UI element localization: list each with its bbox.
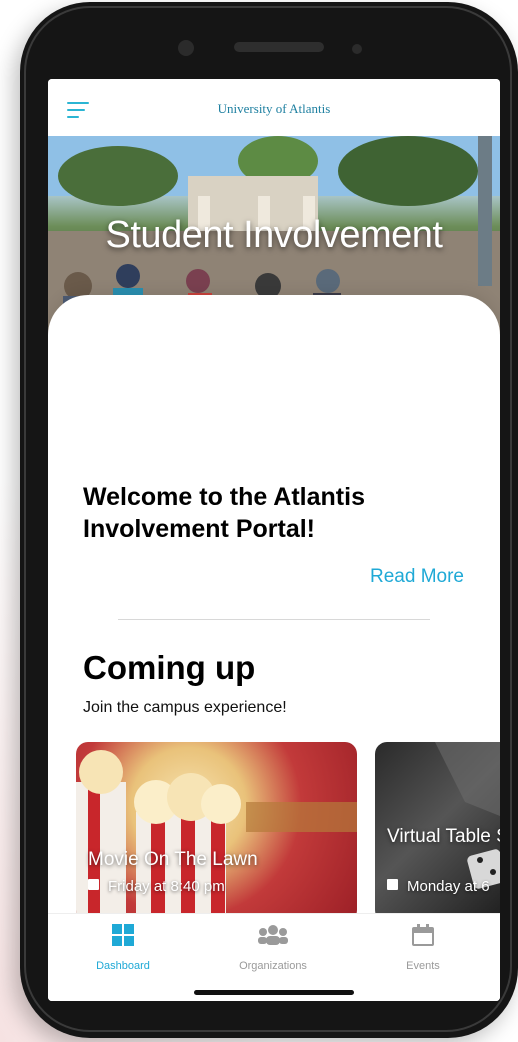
- tab-dashboard[interactable]: Dashboard: [48, 914, 198, 984]
- people-icon: [258, 925, 288, 945]
- calendar-icon: [412, 924, 434, 946]
- event-card[interactable]: Virtual Table Session Monday at 6: [375, 742, 500, 922]
- bottom-tab-bar: Dashboard Organizations Events: [48, 913, 500, 1001]
- hero-title: Student Involvement: [105, 214, 443, 256]
- read-more-link[interactable]: Read More: [370, 566, 464, 588]
- earpiece-speaker: [234, 42, 324, 52]
- event-title: Movie On The Lawn: [88, 849, 258, 870]
- section-divider: [118, 619, 430, 620]
- tab-label: Organizations: [239, 960, 307, 972]
- home-indicator[interactable]: [194, 990, 354, 995]
- app-screen: University of Atlantis Student Involveme…: [48, 79, 500, 1001]
- event-time: Friday at 8:40 pm: [108, 878, 225, 895]
- proximity-sensor: [352, 44, 362, 54]
- tab-label: Events: [406, 960, 440, 972]
- event-time: Monday at 6: [407, 878, 490, 895]
- event-title: Virtual Table Session: [387, 826, 500, 847]
- calendar-icon: [88, 879, 99, 890]
- front-camera: [178, 40, 194, 56]
- dashboard-grid-icon: [112, 924, 134, 946]
- tab-events[interactable]: Events: [348, 914, 498, 984]
- tab-organizations[interactable]: Organizations: [198, 914, 348, 984]
- welcome-heading: Welcome to the Atlantis Involvement Port…: [83, 483, 365, 543]
- app-brand-title: University of Atlantis: [217, 101, 331, 116]
- coming-up-subtitle: Join the campus experience!: [83, 699, 287, 716]
- top-app-bar: University of Atlantis: [48, 79, 500, 136]
- coming-up-title: Coming up: [83, 649, 256, 686]
- popcorn-image: [76, 750, 357, 922]
- tab-label: Dashboard: [96, 960, 150, 972]
- event-card[interactable]: Movie On The Lawn Friday at 8:40 pm: [76, 742, 357, 922]
- calendar-icon: [387, 879, 398, 890]
